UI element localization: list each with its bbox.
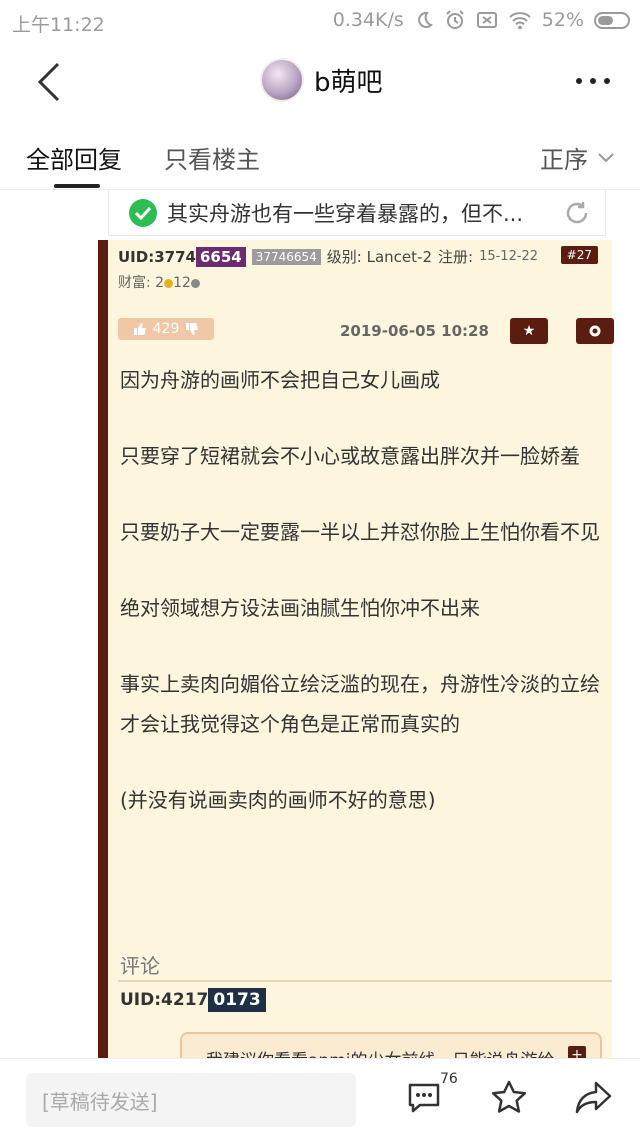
post-paragraph: (并没有说画卖肉的画师不好的意思) [120,788,436,812]
forum-title: b萌吧 [314,67,383,98]
comment-bubble: 我建议你看看anmi的少女前线，只能说舟游给画师的要求是不能卖肉或者性冷淡，并不… [180,1032,602,1058]
wealth-row: 财富: 2 12 [118,272,200,292]
back-arrow-icon[interactable] [30,60,70,104]
thumbs-up-icon [133,323,146,335]
comments-divider [118,980,612,982]
post-paragraph: 只要奶子大一定要露一半以上并怼你脸上生怕你看不见 [120,520,600,544]
network-speed: 0.34K/s [332,9,404,31]
forum-avatar [260,58,304,102]
reg-label: 注册: [438,248,474,266]
uid-full-badge: 37746654 [251,248,321,265]
status-time: 上午11:22 [12,14,105,36]
gear-icon [576,318,614,344]
star-outline-icon[interactable] [490,1079,528,1117]
gold-coin-icon [164,278,174,288]
wifi-icon [509,12,531,30]
floor-badge: #27 [560,246,598,264]
sort-label: 正序 [540,146,588,174]
like-count: 429 [152,321,180,337]
quoted-title-text: 其实舟游也有一些穿着暴露的，但不... [167,201,524,226]
uid-highlight: 6654 [195,246,246,267]
comment-text: 我建议你看看anmi的少女前线，只能说舟游给画师的要求是不能卖肉或者性冷淡，并不… [206,1044,568,1058]
status-bar: 上午11:22 0.34K/s 52% [0,0,640,44]
tab-all-replies[interactable]: 全部回复 [26,140,122,175]
chevron-down-icon [598,152,614,162]
bottom-action-bar: [草稿待发送] 76 [0,1058,640,1137]
more-menu-icon[interactable] [576,78,610,84]
post-paragraph: 只要穿了短裙就会不小心或故意露出胖次并一脸娇羞 [120,444,580,468]
like-counter: 429 [118,318,214,340]
active-tab-indicator [54,184,100,188]
post-content-area[interactable]: 其实舟游也有一些穿着暴露的，但不... UID:3774 6654 377466… [0,190,640,1058]
post-uid-row: UID:3774 6654 37746654 级别: Lancet-2 注册: … [118,246,538,267]
silver-coin-icon [190,278,200,288]
wealth-gold: 12 [173,275,191,291]
post-body: 因为舟游的画师不会把自己女儿画成 只要穿了短裙就会不小心或故意露出胖次并一脸娇羞… [120,360,608,856]
post-date: 2019-06-05 10:28 [340,322,489,340]
comment-uid: UID:4217 0173 [120,988,266,1012]
comments-heading: 评论 [120,954,160,978]
alarm-icon [446,10,464,29]
uid-prefix: UID:3774 [118,247,196,266]
moon-icon [417,11,433,28]
sim-off-icon [476,12,497,28]
sort-dropdown[interactable]: 正序 [540,140,614,175]
post-paragraph: 绝对领域想方设法画油腻生怕你冲不出来 [120,596,480,620]
post-screenshot: UID:3774 6654 37746654 级别: Lancet-2 注册: … [98,240,614,1058]
tab-op-only[interactable]: 只看楼主 [164,140,260,175]
share-icon[interactable] [574,1079,614,1115]
reply-tabs: 全部回复 只看楼主 正序 [0,120,640,190]
status-icons: 0.34K/s 52% [333,9,630,31]
user-level: 级别: Lancet-2 [326,248,432,266]
quoted-title-card[interactable]: 其实舟游也有一些穿着暴露的，但不... [108,190,606,236]
forum-title-group[interactable]: b萌吧 [260,58,383,102]
refresh-icon[interactable] [563,199,591,227]
verified-check-icon [129,198,157,227]
comment-icon[interactable] [406,1079,442,1115]
comment-uid-highlight: 0173 [208,988,266,1012]
battery-icon [594,11,630,29]
thumbs-down-icon [186,323,199,335]
header: b萌吧 [0,44,640,120]
comment-count: 76 [440,1071,458,1087]
plus-icon: + [568,1046,586,1058]
post-paragraph: 事实上卖肉向媚俗立绘泛滥的现在，舟游性冷淡的立绘才会让我觉得这个角色是正常而真实… [120,672,600,736]
wealth-label: 财富: 2 [118,275,165,291]
reg-date: 15-12-22 [479,249,539,264]
star-icon: ★ [510,318,548,344]
comment-uid-prefix: UID:4217 [120,990,209,1010]
post-paragraph: 因为舟游的画师不会把自己女儿画成 [120,368,440,392]
battery-percent: 52% [541,9,584,31]
reply-draft-input[interactable]: [草稿待发送] [26,1073,356,1127]
